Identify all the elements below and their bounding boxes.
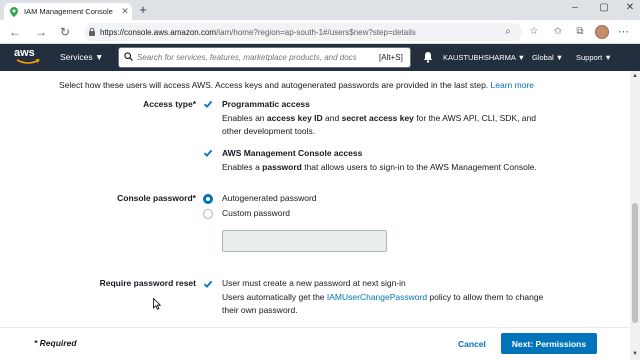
caret-down-icon: ▼ xyxy=(517,53,526,62)
region-label: Global xyxy=(532,53,554,62)
access-intro-text: Select how these users will access AWS. … xyxy=(59,80,534,90)
browser-toolbar: ← → ↻ https://console.aws.amazon.com/iam… xyxy=(0,20,640,44)
close-window-icon[interactable]: ✕ xyxy=(623,2,637,13)
aws-console-header: aws Services ▼ [Alt+S] KAUSTUBHSHARMA ▼ … xyxy=(0,44,640,71)
location-pin-favicon-icon xyxy=(10,6,18,17)
forward-icon[interactable]: → xyxy=(34,25,48,39)
password-reset-title: User must create a new password at next … xyxy=(222,278,406,288)
programmatic-access-desc: Enables an access key ID and secret acce… xyxy=(222,113,536,136)
reload-icon[interactable]: ↻ xyxy=(58,25,72,39)
wizard-footer: * Required Cancel Next: Permissions xyxy=(0,327,630,360)
account-label: KAUSTUBHSHARMA xyxy=(443,53,516,62)
profile-avatar[interactable] xyxy=(595,25,609,39)
scroll-down-arrow-icon[interactable]: ▼ xyxy=(630,351,640,357)
back-icon[interactable]: ← xyxy=(8,25,22,39)
support-label: Support xyxy=(576,53,603,62)
iam-user-change-password-link[interactable]: IAMUserChangePassword xyxy=(327,292,427,302)
lock-icon xyxy=(88,27,96,39)
console-access-title: AWS Management Console access xyxy=(222,148,363,158)
custom-password-radio[interactable] xyxy=(203,209,213,219)
required-note: * Required xyxy=(34,338,77,348)
browser-menu-icon[interactable]: ⋯ xyxy=(618,25,629,38)
search-icon xyxy=(119,52,137,63)
require-password-reset-label: Require password reset xyxy=(99,278,196,288)
autogenerated-password-label[interactable]: Autogenerated password xyxy=(222,193,317,203)
search-input[interactable] xyxy=(137,53,377,62)
learn-more-link[interactable]: Learn more xyxy=(491,80,534,90)
checkmark-icon xyxy=(203,280,213,288)
mouse-cursor-icon xyxy=(153,298,161,310)
scroll-up-arrow-icon[interactable]: ▲ xyxy=(630,73,640,79)
search-shortcut-hint: [Alt+S] xyxy=(379,53,403,62)
autogenerated-password-radio[interactable] xyxy=(203,194,213,204)
url-text: https://console.aws.amazon.com/iam/home?… xyxy=(100,27,416,37)
favorites-icon[interactable]: ✩ xyxy=(552,26,564,37)
maximize-icon[interactable]: ▢ xyxy=(597,2,611,13)
address-bar[interactable]: https://console.aws.amazon.com/iam/home?… xyxy=(84,23,522,41)
browser-tab[interactable]: IAM Management Console ✕ xyxy=(4,3,132,20)
console-access-checkbox[interactable] xyxy=(203,148,213,158)
access-type-label: Access type* xyxy=(143,99,196,109)
intro-text: Select how these users will access AWS. … xyxy=(59,80,489,90)
aws-search-box[interactable]: [Alt+S] xyxy=(118,47,411,68)
caret-down-icon: ▼ xyxy=(94,52,104,62)
programmatic-access-checkbox[interactable] xyxy=(203,99,213,109)
checkmark-icon xyxy=(203,100,213,108)
password-reset-desc: Users automatically get the IAMUserChang… xyxy=(222,292,544,315)
support-menu[interactable]: Support ▼ xyxy=(576,53,612,62)
console-password-label: Console password* xyxy=(117,193,196,203)
zoom-icon[interactable]: ⌕ xyxy=(502,26,514,37)
tab-title: IAM Management Console xyxy=(24,7,113,16)
notifications-bell-icon[interactable] xyxy=(423,51,433,65)
cancel-button[interactable]: Cancel xyxy=(452,335,492,354)
aws-logo[interactable]: aws xyxy=(14,48,44,68)
console-access-desc: Enables a password that allows users to … xyxy=(222,162,537,172)
account-menu[interactable]: KAUSTUBHSHARMA ▼ xyxy=(443,53,525,62)
custom-password-input xyxy=(222,230,387,252)
caret-down-icon: ▼ xyxy=(555,53,564,62)
close-tab-icon[interactable]: ✕ xyxy=(118,6,132,17)
services-label: Services xyxy=(60,52,93,62)
bookmark-star-icon[interactable]: ☆ xyxy=(528,26,540,37)
programmatic-access-title: Programmatic access xyxy=(222,99,310,109)
next-permissions-button[interactable]: Next: Permissions xyxy=(501,333,597,354)
page-scrollbar[interactable]: ▲ ▼ xyxy=(630,71,640,360)
checkmark-icon xyxy=(203,149,213,157)
region-menu[interactable]: Global ▼ xyxy=(532,53,563,62)
minimize-icon[interactable]: – xyxy=(568,2,582,13)
new-tab-icon[interactable]: + xyxy=(136,3,150,17)
require-password-reset-checkbox[interactable] xyxy=(203,279,213,289)
collections-icon[interactable]: ⧉ xyxy=(574,26,586,37)
aws-logo-text: aws xyxy=(14,47,35,59)
aws-smile-icon xyxy=(16,59,40,64)
browser-tab-strip: IAM Management Console ✕ + – ▢ ✕ xyxy=(0,0,640,20)
user-details-panel: Select how these users will access AWS. … xyxy=(0,71,630,360)
scrollbar-thumb[interactable] xyxy=(632,203,638,323)
custom-password-label[interactable]: Custom password xyxy=(222,208,290,218)
services-menu[interactable]: Services ▼ xyxy=(60,52,103,62)
caret-down-icon: ▼ xyxy=(604,53,612,62)
